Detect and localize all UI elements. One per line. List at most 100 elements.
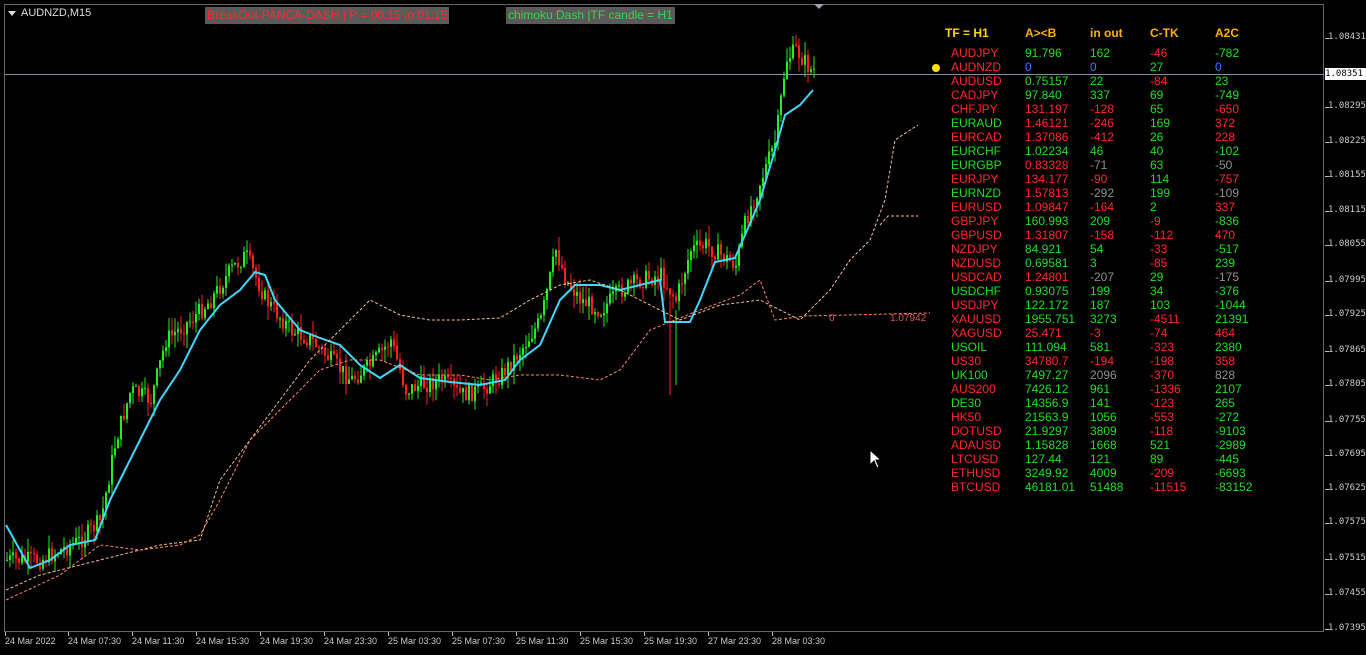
- dashboard-value: 0.75157: [1025, 74, 1069, 88]
- dashboard-value: 162: [1090, 46, 1111, 60]
- dashboard-symbol: USDCAD: [951, 270, 1002, 284]
- dashboard-value: 2380: [1215, 340, 1242, 354]
- dashboard-value: 25.471: [1025, 326, 1062, 340]
- dashboard-value: 2: [1150, 200, 1157, 214]
- price-label: 1.08115: [1328, 205, 1366, 215]
- candle-body: [171, 330, 173, 336]
- candle-body: [564, 268, 566, 285]
- dashboard-value: -3: [1090, 326, 1101, 340]
- dashboard-value: 29: [1150, 270, 1164, 284]
- price-label: 1.08225: [1328, 136, 1366, 146]
- candle-body: [78, 536, 80, 538]
- time-label: 24 Mar 15:30: [196, 636, 250, 646]
- price-chart[interactable]: [0, 0, 1325, 632]
- dashboard-value: 199: [1150, 186, 1171, 200]
- dashboard-symbol: AUDUSD: [951, 74, 1002, 88]
- dashboard-value: 134.177: [1025, 172, 1069, 186]
- dashboard-value: 127.44: [1025, 452, 1062, 466]
- candle-body: [117, 439, 119, 449]
- dashboard-value: -33: [1150, 242, 1168, 256]
- dashboard-value: 114: [1150, 172, 1170, 186]
- dashboard-value: -292: [1090, 186, 1115, 200]
- dashboard-symbol: EURNZD: [951, 186, 1001, 200]
- price-label: 1.07805: [1328, 379, 1366, 389]
- candle-body: [318, 347, 320, 349]
- candle-body: [417, 385, 419, 392]
- dashboard-symbol: AUDJPY: [951, 46, 999, 60]
- candle-body: [132, 386, 134, 394]
- candle-body: [693, 245, 695, 252]
- candle-body: [771, 147, 773, 152]
- dashboard-value: 84.921: [1025, 242, 1062, 256]
- candle-body: [633, 274, 635, 284]
- dashboard-value: 21.9297: [1025, 424, 1069, 438]
- dashboard-value: 1.24801: [1025, 270, 1069, 284]
- dashboard-value: -84: [1150, 74, 1168, 88]
- candle-body: [705, 239, 707, 249]
- dashboard-value: 0: [1025, 60, 1032, 74]
- candle-body: [153, 385, 155, 404]
- candle-body: [798, 45, 800, 59]
- dashboard-value: 464: [1215, 326, 1236, 340]
- price-label: 1.08055: [1328, 239, 1366, 249]
- dashboard-value: 1056: [1090, 410, 1117, 424]
- candle-body: [792, 44, 794, 59]
- candle-body: [273, 301, 275, 304]
- candle-body: [309, 334, 311, 345]
- time-label: 28 Mar 03:30: [772, 636, 826, 646]
- dashboard-symbol: HK50: [951, 410, 982, 424]
- dashboard-symbol: USDCHF: [951, 284, 1001, 298]
- dashboard-value: -46: [1150, 46, 1168, 60]
- candle-body: [783, 78, 785, 96]
- candle-body: [135, 385, 137, 387]
- dashboard-value: -9103: [1215, 424, 1246, 438]
- senkou-span-a: [5, 124, 919, 591]
- senkou-span-b: [5, 279, 931, 601]
- candle-body: [258, 277, 260, 292]
- dashboard-symbol: LTCUSD: [951, 452, 999, 466]
- dashboard-symbol: EURAUD: [951, 116, 1002, 130]
- candle-body: [534, 328, 536, 339]
- candle-body: [678, 283, 680, 302]
- dashboard-header: TF = H1: [945, 26, 989, 40]
- candle-body: [576, 292, 578, 296]
- dashboard-value: -412: [1090, 130, 1115, 144]
- candle-body: [111, 455, 113, 485]
- price-axis[interactable]: 1.08431 1.08351 1.08295 1.08225 1.08155 1.081…: [1325, 0, 1366, 633]
- candle-body: [813, 68, 815, 70]
- candle-body: [252, 255, 254, 268]
- candle-body: [141, 388, 143, 397]
- candle-body: [123, 415, 125, 420]
- dashboard-value: 22: [1090, 74, 1104, 88]
- dashboard-value: -1336: [1150, 382, 1181, 396]
- candle-body: [87, 524, 89, 541]
- candle-body: [285, 321, 287, 329]
- dashboard-value: 54: [1090, 242, 1104, 256]
- candle-body: [531, 338, 533, 342]
- candle-body: [501, 367, 503, 385]
- dashboard-value: -207: [1090, 270, 1115, 284]
- candle-body: [582, 299, 584, 304]
- candle-body: [411, 384, 413, 394]
- price-label: 1.08155: [1328, 170, 1366, 180]
- time-axis[interactable]: 24 Mar 2022 24 Mar 07:30 24 Mar 11:30 24 Ma…: [0, 632, 1325, 655]
- dashboard-symbol: EURGBP: [951, 158, 1002, 172]
- candle-body: [183, 333, 185, 335]
- candle-body: [144, 388, 146, 390]
- dashboard-value: 14356.9: [1025, 396, 1069, 410]
- candle-body: [30, 551, 32, 554]
- candle-body: [390, 339, 392, 347]
- dashboard-value: 46: [1090, 144, 1104, 158]
- time-label: 25 Mar 19:30: [644, 636, 698, 646]
- candle-body: [204, 309, 206, 318]
- dashboard-value: 34780.7: [1025, 354, 1069, 368]
- dashboard-symbol: ADAUSD: [951, 438, 1002, 452]
- candle-body: [366, 360, 368, 366]
- candle-body: [129, 393, 131, 404]
- dashboard-value: 26: [1150, 130, 1164, 144]
- candle-body: [27, 551, 29, 562]
- dashboard-value: 97.840: [1025, 88, 1062, 102]
- dashboard-value: -376: [1215, 284, 1240, 298]
- dashboard-symbol: ETHUSD: [951, 466, 1001, 480]
- candle-body: [333, 351, 335, 355]
